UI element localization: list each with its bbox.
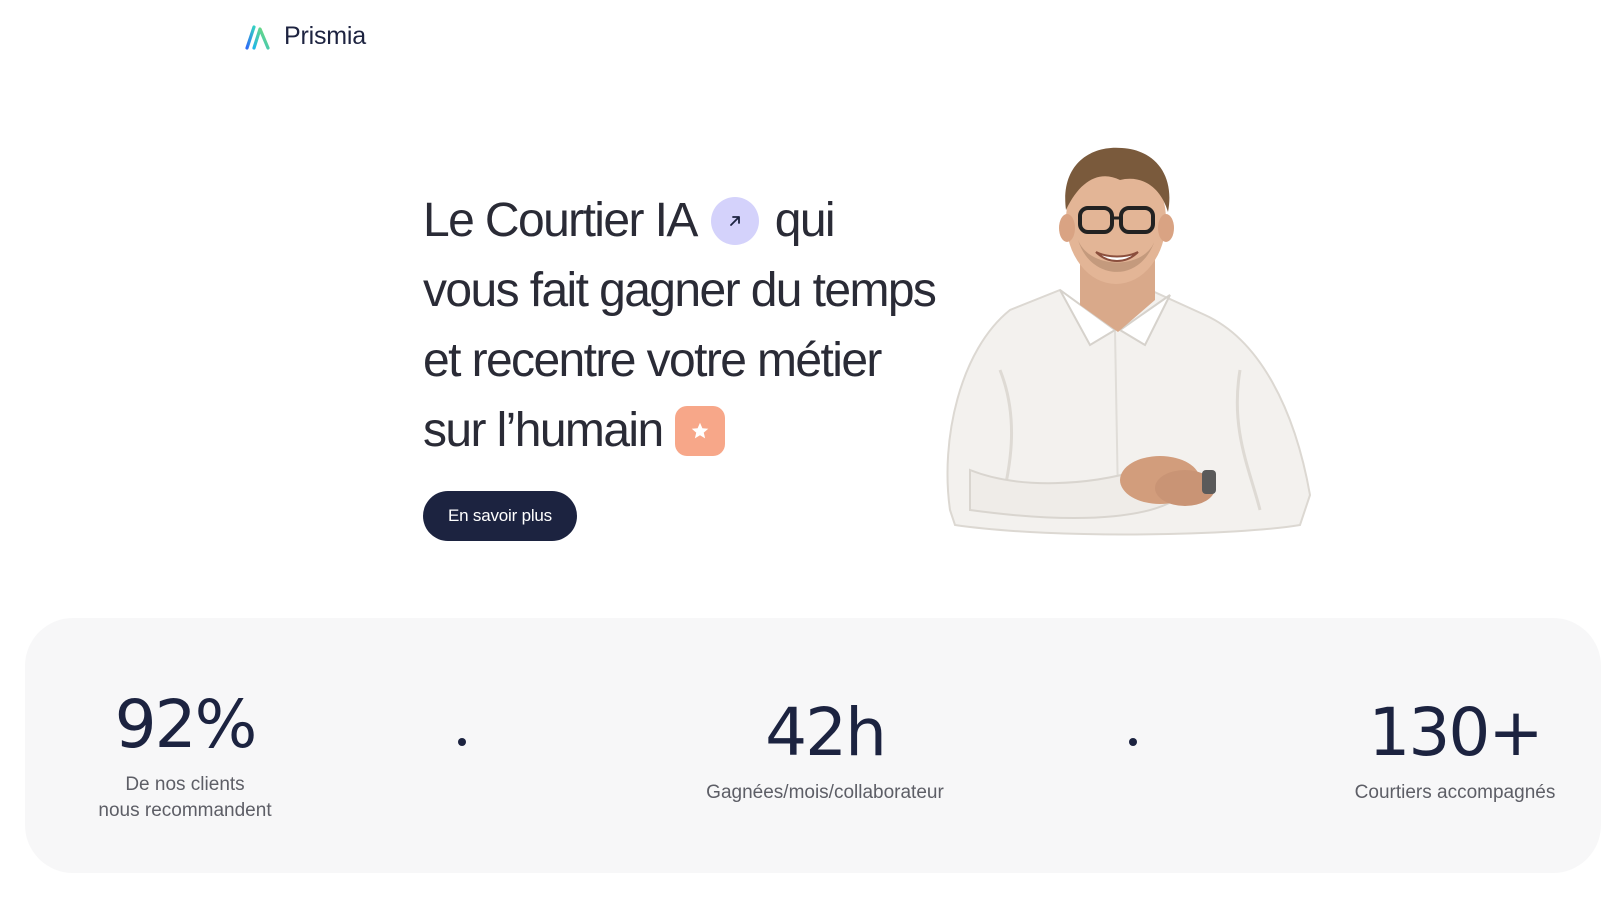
headline-text: qui [774, 194, 836, 247]
headline-line-4: sur l’humain [423, 396, 983, 466]
headline-text: Le Courtier IA [423, 194, 698, 247]
hero-headline: Le Courtier IA qui vous fait gagner du t… [423, 186, 983, 466]
headline-line-2: vous fait gagner du temps [423, 264, 937, 317]
stat-label-line: nous recommandent [98, 800, 272, 821]
stat-value: 130+ [1368, 694, 1543, 771]
stats-panel: 92% De nos clients nous recommandent 42h… [25, 618, 1601, 873]
man-portrait-image [946, 147, 1312, 536]
headline-text: sur l’humain [423, 404, 664, 457]
star-icon [674, 406, 725, 456]
headline-line-1: Le Courtier IA qui [423, 186, 983, 256]
arrow-up-right-icon [710, 197, 759, 245]
landing-page: Prismia Le Courtier IA qui vous fait gag… [0, 0, 1624, 908]
stat-label: Courtiers accompagnés [1354, 782, 1556, 803]
separator-dot [458, 738, 466, 746]
site-header: Prismia [244, 22, 366, 51]
stat-label: De nos clients nous recommandent [65, 772, 305, 824]
headline-line-3: et recentre votre métier [423, 334, 882, 387]
stat-brokers: 130+ Courtiers accompagnés [1325, 700, 1585, 806]
stat-label: Gagnées/mois/collaborateur [706, 782, 944, 803]
separator-dot [1129, 738, 1137, 746]
stat-label-line: De nos clients [125, 774, 245, 795]
brand-name[interactable]: Prismia [284, 22, 366, 51]
stat-value: 92% [114, 686, 258, 763]
stat-value: 42h [765, 694, 887, 771]
stat-hours-saved: 42h Gagnées/mois/collaborateur [665, 700, 985, 806]
stat-recommend: 92% De nos clients nous recommandent [65, 692, 305, 824]
prism-logo-icon[interactable] [244, 23, 272, 51]
learn-more-button[interactable]: En savoir plus [423, 491, 577, 541]
